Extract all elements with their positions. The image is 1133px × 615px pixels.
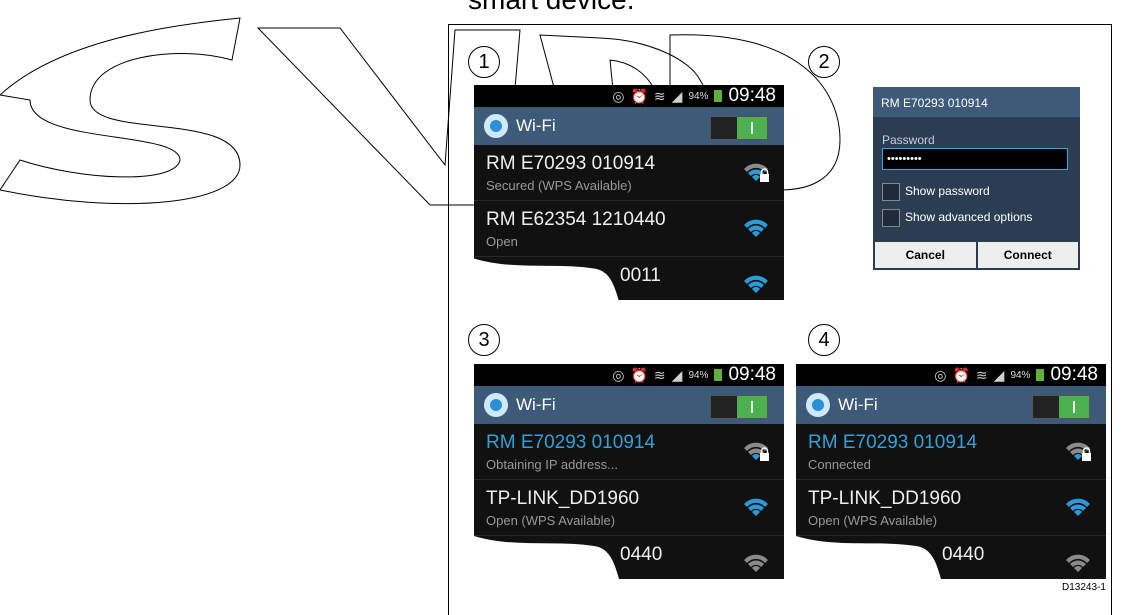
network-item[interactable]: TP-LINK_DD1960 Open (WPS Available) [474, 480, 784, 536]
settings-icon [806, 393, 830, 417]
show-advanced-checkbox[interactable] [882, 209, 900, 227]
wifi-toggle[interactable] [710, 395, 768, 419]
network-name: TP-LINK_DD1960 [808, 488, 962, 509]
network-item[interactable]: TP-LINK_DD1960 Open (WPS Available) [796, 480, 1106, 536]
network-status: Open [486, 234, 518, 249]
battery-percent: 94% [688, 369, 709, 381]
step-2-marker: 2 [808, 46, 840, 78]
battery-percent: 94% [688, 90, 709, 102]
network-name: RM E62354 1210440 [486, 209, 666, 230]
network-status: Open (WPS Available) [808, 513, 938, 528]
page-heading: smart device. [468, 0, 635, 16]
settings-icon [484, 114, 508, 138]
status-bar: ◎ ⏰ ≋ ◢ 94% 09:48 [796, 364, 1106, 386]
wifi-lock-icon [744, 163, 769, 182]
password-label: Password [882, 133, 935, 147]
status-bar: ◎ ⏰ ≋ ◢ 94% 09:48 [474, 85, 784, 107]
battery-icon [1036, 369, 1045, 381]
wifi-lock-icon [1066, 442, 1091, 461]
network-status: Open (WPS Available) [486, 513, 616, 528]
wifi-icon [744, 498, 768, 516]
step-3-marker: 3 [468, 324, 500, 356]
alarm-icon: ⏰ [952, 366, 970, 383]
settings-icon [484, 393, 508, 417]
network-status: Secured (WPS Available) [486, 178, 632, 193]
wifi-title: Wi-Fi [516, 116, 556, 135]
dialog-buttons: Cancel Connect [873, 240, 1080, 270]
network-name: RM E70293 010914 [808, 432, 978, 453]
wifi-header: Wi-Fi [474, 107, 784, 145]
wifi-status-icon: ≋ [653, 87, 666, 104]
wifi-title: Wi-Fi [838, 395, 878, 414]
torn-edge [474, 536, 619, 579]
phone-screen-4: ◎ ⏰ ≋ ◢ 94% 09:48 Wi-Fi RM E70293 010914… [796, 364, 1106, 579]
torn-edge [474, 258, 619, 300]
torn-edge [796, 536, 941, 579]
alarm-icon: ⏰ [630, 366, 648, 383]
network-status: Connected [808, 457, 871, 472]
clock: 09:48 [1050, 364, 1098, 385]
show-password-label: Show password [905, 184, 990, 198]
signal-icon: ◢ [671, 87, 683, 104]
network-name: TP-LINK_DD1960 [486, 488, 640, 509]
status-bar: ◎ ⏰ ≋ ◢ 94% 09:48 [474, 364, 784, 386]
battery-icon [714, 369, 723, 381]
network-name: RM E70293 010914 [486, 153, 656, 174]
show-password-checkbox[interactable] [882, 183, 900, 201]
signal-icon: ◢ [993, 366, 1005, 383]
alarm-icon: ⏰ [630, 87, 648, 104]
wifi-toggle[interactable] [1032, 395, 1090, 419]
wifi-status-icon: ≋ [653, 366, 666, 383]
wifi-icon [744, 219, 768, 237]
figure-code: D13243-1 [1062, 582, 1106, 593]
eye-icon: ◎ [934, 366, 947, 383]
network-item[interactable]: RM E70293 010914 Obtaining IP address... [474, 424, 784, 480]
wifi-toggle[interactable] [710, 116, 768, 140]
phone-screen-3: ◎ ⏰ ≋ ◢ 94% 09:48 Wi-Fi RM E70293 010914… [474, 364, 784, 579]
password-input[interactable]: ••••••••• [882, 148, 1068, 170]
network-name: RM E70293 010914 [486, 432, 656, 453]
eye-icon: ◎ [612, 366, 625, 383]
clock: 09:48 [728, 85, 776, 106]
phone-screen-1: ◎ ⏰ ≋ ◢ 94% 09:48 Wi-Fi RM E70293 010914… [474, 85, 784, 300]
show-advanced-label: Show advanced options [905, 210, 1033, 224]
network-status: Obtaining IP address... [486, 457, 619, 472]
dialog-title: RM E70293 010914 [873, 87, 1080, 117]
wifi-lock-icon [744, 442, 769, 461]
signal-icon: ◢ [671, 366, 683, 383]
wifi-header: Wi-Fi [796, 386, 1106, 424]
wifi-title: Wi-Fi [516, 395, 556, 414]
password-dialog: RM E70293 010914 Password ••••••••• Show… [873, 87, 1080, 270]
clock: 09:48 [728, 364, 776, 385]
network-item[interactable]: RM E62354 1210440 Open [474, 201, 784, 257]
battery-icon [714, 90, 723, 102]
network-item[interactable]: RM E70293 010914 Connected [796, 424, 1106, 480]
connect-button[interactable]: Connect [977, 242, 1078, 268]
network-item[interactable]: RM E70293 010914 Secured (WPS Available) [474, 145, 784, 201]
cancel-button[interactable]: Cancel [875, 242, 976, 268]
wifi-status-icon: ≋ [975, 366, 988, 383]
step-4-marker: 4 [808, 324, 840, 356]
eye-icon: ◎ [612, 87, 625, 104]
wifi-header: Wi-Fi [474, 386, 784, 424]
wifi-icon [1066, 498, 1090, 516]
battery-percent: 94% [1010, 369, 1031, 381]
step-1-marker: 1 [468, 46, 500, 78]
